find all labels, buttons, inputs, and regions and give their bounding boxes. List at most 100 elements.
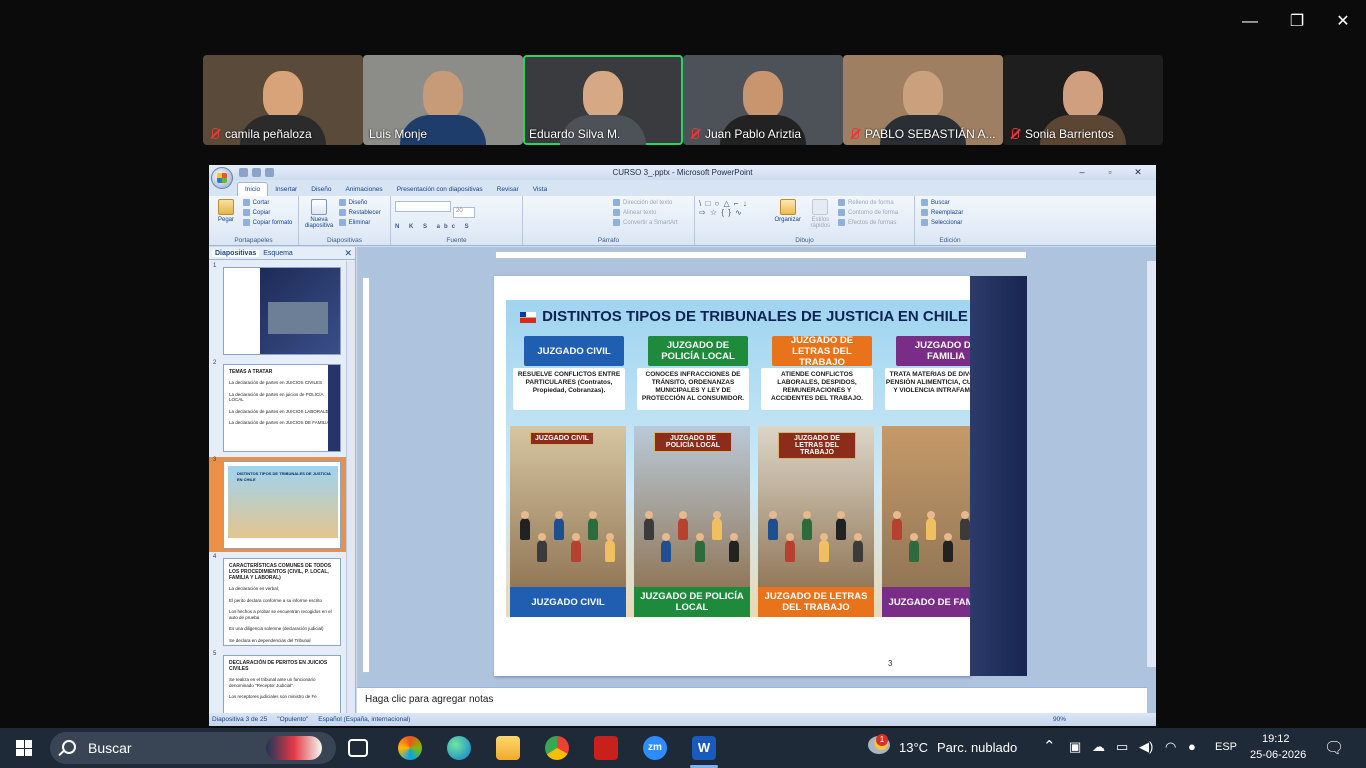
participant-tile[interactable]: Sonia Barrientos bbox=[1003, 55, 1163, 145]
edge-icon[interactable] bbox=[447, 736, 471, 760]
person-figure bbox=[644, 511, 654, 540]
tab-outline[interactable]: Esquema bbox=[263, 250, 293, 257]
person-figure bbox=[712, 511, 722, 540]
ppt-restore-button[interactable]: ▫ bbox=[1096, 165, 1124, 180]
participant-tile[interactable]: PABLO SEBASTIÁN A... bbox=[843, 55, 1003, 145]
undo-icon[interactable] bbox=[252, 168, 261, 177]
court-footer: JUZGADO DE LETRAS DEL TRABAJO bbox=[758, 587, 874, 617]
search-box[interactable]: Buscar bbox=[50, 732, 336, 764]
font-format-buttons[interactable]: N K S abc S bbox=[395, 224, 518, 230]
participant-tile[interactable]: Juan Pablo Ariztia bbox=[683, 55, 843, 145]
tab-slides[interactable]: Diapositivas bbox=[212, 249, 260, 257]
minimize-button[interactable]: — bbox=[1235, 10, 1265, 34]
copilot-icon[interactable] bbox=[398, 736, 422, 760]
ribbon-tab[interactable]: Insertar bbox=[268, 183, 304, 196]
ribbon-tab[interactable]: Vista bbox=[526, 183, 554, 196]
select-button[interactable]: Seleccionar bbox=[921, 219, 963, 226]
status-language[interactable]: Español (España, internacional) bbox=[318, 716, 410, 723]
save-icon[interactable] bbox=[239, 168, 248, 177]
ribbon-tabs: Inicio Insertar Diseño Animaciones Presentac… bbox=[209, 180, 1156, 196]
start-button[interactable] bbox=[16, 740, 32, 756]
find-button[interactable]: Buscar bbox=[921, 199, 963, 206]
chrome-icon[interactable] bbox=[545, 736, 569, 760]
clock-time[interactable]: 19:12 bbox=[1262, 733, 1290, 745]
zoom-app-icon[interactable]: zm bbox=[643, 736, 667, 760]
copy-button[interactable]: Copiar bbox=[243, 209, 293, 216]
slides-pane-tabs: Diapositivas Esquema bbox=[209, 247, 355, 260]
speaker-icon[interactable]: ◀) bbox=[1139, 739, 1153, 755]
weather-temp[interactable]: 13°C bbox=[899, 740, 928, 755]
close-pane-icon[interactable]: ✕ bbox=[344, 248, 352, 259]
chevron-up-icon[interactable]: ⌃ bbox=[1043, 737, 1056, 755]
participant-tile[interactable]: Eduardo Silva M. bbox=[523, 55, 683, 145]
arrange-button[interactable]: Organizar bbox=[771, 199, 805, 223]
thumbnail-photo bbox=[268, 302, 328, 334]
ribbon-tab[interactable]: Diseño bbox=[304, 183, 338, 196]
person-figure bbox=[554, 511, 564, 540]
delete-button[interactable]: Eliminar bbox=[339, 219, 381, 226]
shape-fill-button[interactable]: Relleno de forma bbox=[838, 199, 898, 206]
shapes-gallery[interactable]: \ □ ○ △ ⌐ ↓ ⇨ ☆ { } ∿ bbox=[699, 199, 769, 225]
align-text-button[interactable]: Alinear texto bbox=[613, 209, 678, 216]
participant-video bbox=[423, 71, 463, 119]
status-theme: "Opulento" bbox=[277, 716, 309, 723]
ribbon-tab[interactable]: Animaciones bbox=[338, 183, 389, 196]
ribbon-tab[interactable]: Revisar bbox=[490, 183, 526, 196]
slide-canvas[interactable]: DISTINTOS TIPOS DE TRIBUNALES DE JUSTICI… bbox=[494, 276, 1004, 676]
thumbnail-line: La declaración es verbal; bbox=[229, 586, 280, 591]
cut-button[interactable]: Cortar bbox=[243, 199, 293, 206]
tray-app-icon[interactable]: ▣ bbox=[1069, 739, 1081, 755]
slide-thumbnail[interactable]: 2 TEMAS A TRATAR La declaración de partes … bbox=[209, 360, 346, 455]
ribbon-tab[interactable]: Inicio bbox=[237, 182, 269, 196]
participant-tile[interactable]: camila peñaloza bbox=[203, 55, 363, 145]
slide-thumbnail[interactable]: 3 DISTINTOS TIPOS DE TRIBUNALES DE JUSTIC… bbox=[209, 457, 346, 552]
wifi-icon[interactable]: ◠ bbox=[1165, 739, 1176, 755]
word-icon[interactable]: W bbox=[692, 736, 716, 760]
microphone-icon[interactable]: ● bbox=[1188, 739, 1196, 754]
redo-icon[interactable] bbox=[265, 168, 274, 177]
slides-pane-scrollbar[interactable] bbox=[346, 261, 355, 713]
restore-button[interactable]: ❐ bbox=[1282, 10, 1312, 34]
participant-name-label: PABLO SEBASTIÁN A... bbox=[849, 127, 996, 141]
ribbon-tab[interactable]: Presentación con diapositivas bbox=[390, 183, 490, 196]
paste-button[interactable]: Pegar bbox=[213, 199, 239, 223]
office-button[interactable] bbox=[211, 167, 233, 189]
person-figure bbox=[678, 511, 688, 540]
font-size-field[interactable]: 20 bbox=[453, 207, 475, 218]
infographic-image[interactable]: DISTINTOS TIPOS DE TRIBUNALES DE JUSTICI… bbox=[506, 300, 1004, 617]
weather-desc[interactable]: Parc. nublado bbox=[937, 740, 1017, 755]
slide-thumbnail[interactable]: 4 CARACTERÍSTICAS COMUNES DE TODOS LOS PR… bbox=[209, 554, 346, 649]
file-explorer-icon[interactable] bbox=[496, 736, 520, 760]
thumbnail-line: Se realiza en el tribunal ante un funcio… bbox=[229, 677, 316, 688]
group-dibujo: \ □ ○ △ ⌐ ↓ ⇨ ☆ { } ∿ Organizar Estilos r… bbox=[695, 196, 915, 245]
editor-scrollbar[interactable] bbox=[1147, 261, 1156, 667]
shape-outline-button[interactable]: Contorno de forma bbox=[838, 209, 898, 216]
replace-button[interactable]: Reemplazar bbox=[921, 209, 963, 216]
quick-styles-button[interactable]: Estilos rápidos bbox=[806, 199, 834, 229]
task-view-icon[interactable] bbox=[348, 739, 368, 757]
notes-pane[interactable]: Haga clic para agregar notas bbox=[357, 687, 1147, 713]
slide-thumbnail[interactable]: 1 bbox=[209, 263, 346, 358]
ppt-minimize-button[interactable]: – bbox=[1068, 165, 1096, 180]
layout-button[interactable]: Diseño bbox=[339, 199, 381, 206]
close-button[interactable]: ✕ bbox=[1328, 10, 1358, 34]
notifications-icon[interactable]: 🗨 bbox=[1324, 738, 1344, 758]
font-name-field[interactable] bbox=[395, 201, 451, 212]
smartart-button[interactable]: Convertir a SmartArt bbox=[613, 219, 678, 226]
shape-effects-button[interactable]: Efectos de formas bbox=[838, 219, 898, 226]
language-indicator[interactable]: ESP bbox=[1215, 741, 1237, 753]
battery-icon[interactable]: ▭ bbox=[1116, 739, 1128, 755]
ppt-close-button[interactable]: ✕ bbox=[1124, 165, 1152, 180]
format-painter-button[interactable]: Copiar formato bbox=[243, 219, 293, 226]
group-label: Fuente bbox=[446, 237, 467, 244]
reset-button[interactable]: Restablecer bbox=[339, 209, 381, 216]
onedrive-icon[interactable]: ☁ bbox=[1092, 739, 1105, 755]
chile-flag-icon bbox=[520, 311, 537, 323]
acrobat-icon[interactable] bbox=[594, 736, 618, 760]
text-direction-button[interactable]: Dirección del texto bbox=[613, 199, 678, 206]
new-slide-button[interactable]: Nueva diapositiva bbox=[303, 199, 335, 229]
thumbnail-title: DISTINTOS TIPOS DE TRIBUNALES DE JUSTICI… bbox=[237, 471, 331, 482]
status-zoom[interactable]: 90% bbox=[1053, 716, 1066, 723]
participant-tile[interactable]: Luis Monje bbox=[363, 55, 523, 145]
clock-date[interactable]: 25-06-2026 bbox=[1250, 749, 1306, 761]
